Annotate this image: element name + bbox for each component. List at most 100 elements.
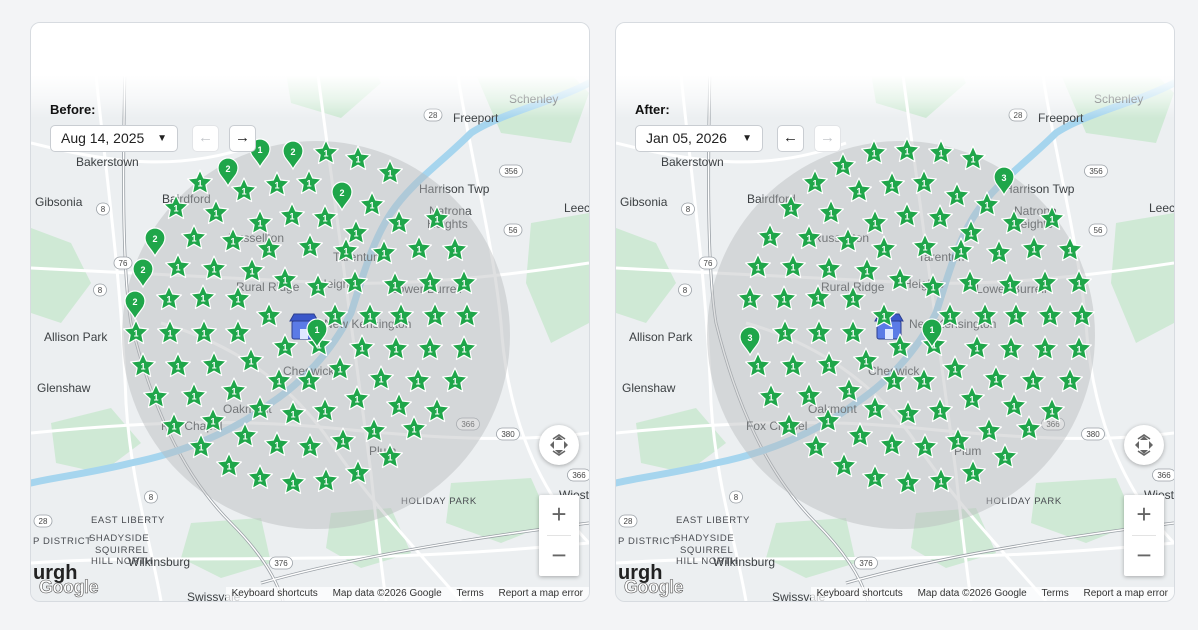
svg-text:2: 2: [152, 234, 157, 244]
svg-text:1: 1: [845, 237, 850, 247]
svg-text:1: 1: [434, 215, 439, 225]
svg-text:1: 1: [828, 209, 833, 219]
date-select[interactable]: Aug 14, 2025 ▼: [50, 125, 178, 152]
svg-text:1: 1: [1011, 402, 1016, 412]
svg-text:1: 1: [864, 267, 869, 277]
zoom-in-button[interactable]: +: [539, 495, 579, 535]
previous-date-button[interactable]: ←: [192, 125, 219, 152]
svg-text:1: 1: [850, 295, 855, 305]
terms-link[interactable]: Terms: [1042, 588, 1069, 599]
route-shield: 376: [854, 556, 878, 570]
svg-text:2: 2: [132, 297, 137, 307]
svg-text:1: 1: [938, 149, 943, 159]
svg-text:3: 3: [747, 333, 752, 343]
district-label: SQUIRREL: [680, 545, 733, 556]
previous-date-button[interactable]: ←: [777, 125, 804, 152]
report-error-link[interactable]: Report a map error: [1084, 588, 1168, 599]
svg-text:1: 1: [1047, 312, 1052, 322]
svg-text:1: 1: [359, 344, 364, 354]
place-label: Leechburg: [564, 201, 589, 215]
route-shield: 76: [113, 256, 133, 270]
keyboard-shortcuts-link[interactable]: Keyboard shortcuts: [232, 588, 318, 599]
route-shield: 8: [93, 283, 107, 297]
svg-text:1: 1: [889, 181, 894, 191]
svg-text:1: 1: [282, 276, 287, 286]
svg-text:1: 1: [392, 281, 397, 291]
place-label: Gibsonia: [35, 195, 83, 209]
next-date-button[interactable]: →: [229, 125, 256, 152]
terms-link[interactable]: Terms: [457, 588, 484, 599]
route-shield: 56: [1088, 223, 1108, 237]
zoom-out-button[interactable]: −: [539, 536, 579, 576]
google-logo[interactable]: Google: [624, 577, 684, 598]
date-select[interactable]: Jan 05, 2026 ▼: [635, 125, 763, 152]
svg-text:1: 1: [921, 377, 926, 387]
svg-text:1: 1: [411, 425, 416, 435]
svg-text:1: 1: [952, 365, 957, 375]
svg-text:1: 1: [905, 479, 910, 489]
svg-text:1: 1: [1042, 279, 1047, 289]
svg-text:1: 1: [816, 329, 821, 339]
svg-text:1: 1: [226, 462, 231, 472]
svg-text:1: 1: [889, 441, 894, 451]
svg-text:1: 1: [290, 410, 295, 420]
svg-text:1: 1: [1042, 345, 1047, 355]
svg-text:1: 1: [974, 344, 979, 354]
next-date-button[interactable]: →: [814, 125, 841, 152]
district-label: P DISTRICT: [33, 536, 92, 547]
svg-text:1: 1: [434, 407, 439, 417]
date-value: Jan 05, 2026: [646, 130, 727, 146]
zoom-out-button[interactable]: −: [1124, 536, 1164, 576]
svg-text:1: 1: [369, 201, 374, 211]
svg-text:2: 2: [140, 265, 145, 275]
svg-text:1: 1: [461, 279, 466, 289]
svg-text:1: 1: [1076, 279, 1081, 289]
svg-text:1: 1: [393, 345, 398, 355]
place-label: Glenshaw: [37, 381, 91, 395]
svg-text:1: 1: [969, 395, 974, 405]
svg-text:76: 76: [119, 259, 128, 268]
svg-text:1: 1: [248, 357, 253, 367]
svg-text:8: 8: [101, 205, 106, 214]
svg-text:366: 366: [1157, 471, 1171, 480]
recenter-button[interactable]: [539, 425, 579, 465]
route-shield: 76: [698, 256, 718, 270]
period-label: After:: [635, 102, 670, 117]
svg-text:1: 1: [984, 201, 989, 211]
svg-text:1: 1: [274, 441, 279, 451]
svg-text:1: 1: [863, 357, 868, 367]
svg-text:1: 1: [133, 329, 138, 339]
svg-text:1: 1: [257, 145, 262, 155]
svg-text:1: 1: [171, 422, 176, 432]
place-label: Allison Park: [629, 330, 693, 344]
route-shield: 28: [33, 514, 53, 528]
svg-text:1: 1: [274, 181, 279, 191]
top-fade: [616, 23, 1174, 118]
svg-text:28: 28: [39, 517, 48, 526]
svg-text:1: 1: [857, 432, 862, 442]
svg-text:1: 1: [1049, 407, 1054, 417]
svg-text:1: 1: [872, 405, 877, 415]
svg-text:380: 380: [1086, 430, 1100, 439]
route-shield: 380: [1081, 427, 1105, 441]
route-shield: 8: [96, 202, 110, 216]
svg-text:1: 1: [290, 479, 295, 489]
svg-text:1: 1: [153, 393, 158, 403]
svg-text:1: 1: [929, 325, 934, 335]
svg-text:1: 1: [1013, 312, 1018, 322]
route-shield: 380: [496, 427, 520, 441]
recenter-button[interactable]: [1124, 425, 1164, 465]
svg-text:1: 1: [904, 212, 909, 222]
svg-text:8: 8: [734, 493, 739, 502]
svg-text:1: 1: [782, 329, 787, 339]
keyboard-shortcuts-link[interactable]: Keyboard shortcuts: [817, 588, 903, 599]
svg-text:1: 1: [897, 343, 902, 353]
report-error-link[interactable]: Report a map error: [499, 588, 583, 599]
district-label: EAST LIBERTY: [676, 515, 750, 526]
svg-text:1: 1: [970, 155, 975, 165]
google-logo[interactable]: Google: [39, 577, 99, 598]
svg-text:1: 1: [1049, 215, 1054, 225]
svg-text:2: 2: [339, 188, 344, 198]
zoom-in-button[interactable]: +: [1124, 495, 1164, 535]
svg-text:1: 1: [790, 263, 795, 273]
